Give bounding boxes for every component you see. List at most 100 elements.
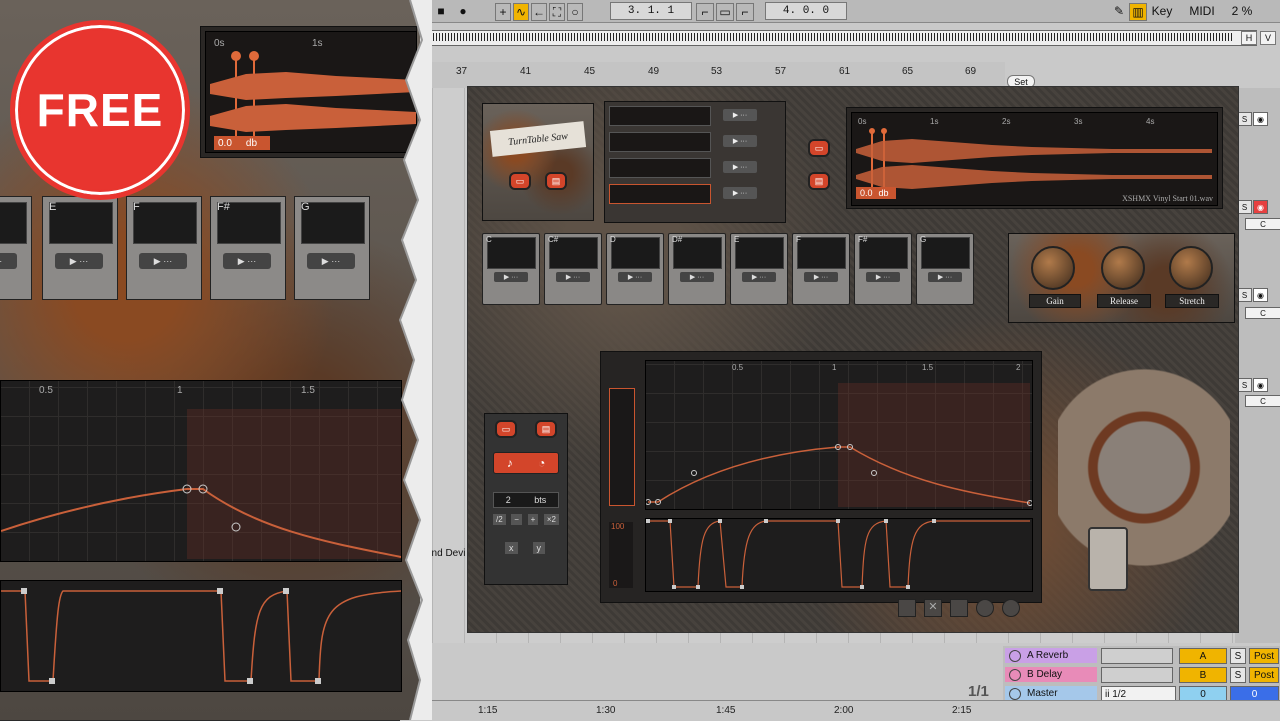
beat-ruler[interactable]: 37 41 45 49 53 57 61 65 69 bbox=[400, 62, 1005, 89]
key-card-csharp[interactable]: C# ▶ ··· bbox=[544, 233, 602, 305]
pencil-icon[interactable]: ✎ bbox=[1112, 3, 1126, 19]
record-icon[interactable]: ● bbox=[456, 3, 470, 19]
minus-button[interactable]: − bbox=[511, 514, 522, 525]
arm-icon[interactable]: ◉ bbox=[1253, 288, 1268, 302]
folder-icon[interactable]: ▭ bbox=[495, 420, 517, 438]
send-letter[interactable]: B bbox=[1179, 667, 1227, 683]
zoom-curve-editor[interactable]: 0.5 1 1.5 bbox=[0, 380, 402, 562]
zoom-key-card-g[interactable]: G ▶ ··· bbox=[294, 196, 370, 300]
h-toggle[interactable]: H bbox=[1241, 31, 1257, 45]
release-knob[interactable] bbox=[1097, 242, 1145, 290]
play-icon[interactable]: ▶ ··· bbox=[307, 253, 355, 269]
track-activator-icon[interactable] bbox=[1009, 668, 1021, 681]
save-icon[interactable]: ▤ bbox=[535, 420, 557, 438]
play-icon[interactable]: ▶ ··· bbox=[804, 272, 838, 282]
beats-field[interactable]: 2 bts bbox=[493, 492, 559, 508]
waveform-display[interactable]: 0s 1s 2s 3s 4s 0.0 db XSHMX Vinyl Start 0… bbox=[851, 112, 1218, 206]
plus-button[interactable]: + bbox=[527, 514, 539, 525]
sample-slot-active[interactable] bbox=[609, 184, 711, 204]
play-icon[interactable]: ▶ ··· bbox=[556, 272, 590, 282]
capture-icon[interactable]: ⛶ bbox=[549, 3, 565, 21]
x-button[interactable]: x bbox=[505, 542, 518, 554]
key-map-button[interactable]: Key bbox=[1150, 3, 1174, 19]
play-icon[interactable]: ▶ ··· bbox=[139, 253, 187, 269]
solo-button[interactable]: S bbox=[1230, 648, 1246, 664]
send-letter[interactable]: A bbox=[1179, 648, 1227, 664]
time-ruler[interactable]: 1:15 1:30 1:45 2:00 2:15 bbox=[400, 700, 1280, 721]
key-card-dsharp[interactable]: D# ▶ ··· bbox=[668, 233, 726, 305]
v-toggle[interactable]: V bbox=[1260, 31, 1276, 45]
return-track-name[interactable]: B Delay bbox=[1005, 667, 1097, 682]
loop-switch-icon[interactable]: ▭ bbox=[716, 3, 734, 21]
sample-slot[interactable] bbox=[609, 158, 711, 178]
back-arrow-icon[interactable]: ← bbox=[531, 3, 547, 21]
note-mode-toggle[interactable]: ♪ ◔ bbox=[493, 452, 559, 474]
halve-button[interactable]: /2 bbox=[493, 514, 506, 525]
post-button[interactable]: Post bbox=[1249, 667, 1279, 683]
solo-button[interactable]: S bbox=[1237, 378, 1252, 392]
key-card-d[interactable]: D ▶ ··· bbox=[606, 233, 664, 305]
post-button[interactable]: Post bbox=[1249, 648, 1279, 664]
play-icon[interactable]: ▶ ··· bbox=[680, 272, 714, 282]
sample-slot[interactable] bbox=[609, 106, 711, 126]
reset-icon[interactable] bbox=[1002, 599, 1020, 617]
key-card-g[interactable]: G ▶ ··· bbox=[916, 233, 974, 305]
play-icon[interactable]: ▶ ··· bbox=[742, 272, 776, 282]
play-icon[interactable]: ▶ ··· bbox=[55, 253, 103, 269]
stretch-knob[interactable] bbox=[1165, 242, 1213, 290]
zoom-key-card-e[interactable]: E ▶ ··· bbox=[42, 196, 118, 300]
arm-icon[interactable]: ◉ bbox=[1253, 112, 1268, 126]
track-slot[interactable] bbox=[1101, 648, 1173, 664]
solo-button[interactable]: S bbox=[1237, 288, 1252, 302]
crossfade-assign[interactable]: C bbox=[1245, 395, 1280, 407]
y-button[interactable]: y bbox=[532, 542, 545, 554]
solo-button[interactable]: S bbox=[1237, 112, 1252, 126]
play-icon[interactable]: ▶ ··· bbox=[928, 272, 962, 282]
disable-icon[interactable] bbox=[976, 599, 994, 617]
punch-out-icon[interactable]: ⌐ bbox=[736, 3, 754, 21]
arrangement-position-field[interactable]: 3. 1. 1 bbox=[610, 2, 692, 20]
key-card-fsharp[interactable]: F# ▶ ··· bbox=[854, 233, 912, 305]
zoom-key-card-fsharp[interactable]: F# ▶ ··· bbox=[210, 196, 286, 300]
select-icon[interactable] bbox=[950, 599, 968, 617]
track-activator-icon[interactable] bbox=[1009, 687, 1021, 700]
zoom-key-card-f[interactable]: F ▶ ··· bbox=[126, 196, 202, 300]
play-icon[interactable]: ▶ ··· bbox=[866, 272, 900, 282]
play-icon[interactable]: ▶ ··· bbox=[723, 109, 757, 121]
save-icon[interactable]: ▤ bbox=[808, 172, 830, 190]
automation-arm-icon[interactable]: ∿ bbox=[513, 3, 529, 21]
zoom-gate-editor[interactable] bbox=[0, 580, 402, 692]
track-slot[interactable] bbox=[1101, 667, 1173, 683]
return-track-name[interactable]: A Reverb bbox=[1005, 648, 1097, 663]
midi-map-button[interactable]: MIDI bbox=[1188, 3, 1216, 19]
crossfade-assign[interactable]: C bbox=[1245, 218, 1280, 230]
play-icon[interactable]: ▶ ··· bbox=[723, 161, 757, 173]
play-icon[interactable]: ▶ ··· bbox=[223, 253, 271, 269]
add-icon[interactable]: + bbox=[495, 3, 511, 21]
fader-handle[interactable] bbox=[1088, 527, 1128, 591]
folder-icon[interactable]: ▭ bbox=[808, 139, 830, 157]
track-activator-icon[interactable] bbox=[1009, 649, 1021, 662]
keyboard-icon[interactable]: ▥ bbox=[1129, 3, 1147, 21]
gate-editor[interactable] bbox=[645, 518, 1033, 592]
stop-icon[interactable]: ■ bbox=[434, 3, 448, 19]
record-arm-icon[interactable]: ◉ bbox=[1253, 200, 1268, 214]
solo-button[interactable]: S bbox=[1230, 667, 1246, 683]
crossfade-assign[interactable]: C bbox=[1245, 307, 1280, 319]
play-icon[interactable]: ▶ ··· bbox=[0, 253, 17, 269]
gain-knob[interactable] bbox=[1027, 242, 1075, 290]
play-icon[interactable]: ▶ ··· bbox=[723, 135, 757, 147]
play-icon[interactable]: ▶ ··· bbox=[618, 272, 652, 282]
zoom-gain-readout[interactable]: 0.0 db bbox=[214, 136, 270, 150]
arm-icon[interactable]: ◉ bbox=[1253, 378, 1268, 392]
double-button[interactable]: ×2 bbox=[543, 514, 559, 525]
copy-icon[interactable] bbox=[898, 599, 916, 617]
key-card-c[interactable]: C ▶ ··· bbox=[482, 233, 540, 305]
play-icon[interactable]: ▶ ··· bbox=[494, 272, 528, 282]
sample-slot[interactable] bbox=[609, 132, 711, 152]
solo-button[interactable]: S bbox=[1237, 200, 1252, 214]
key-card-e[interactable]: E ▶ ··· bbox=[730, 233, 788, 305]
loop-circle-icon[interactable]: ○ bbox=[567, 3, 583, 21]
zoom-key-card-partial[interactable]: ▶ ··· bbox=[0, 196, 32, 300]
punch-in-icon[interactable]: ⌐ bbox=[696, 3, 714, 21]
